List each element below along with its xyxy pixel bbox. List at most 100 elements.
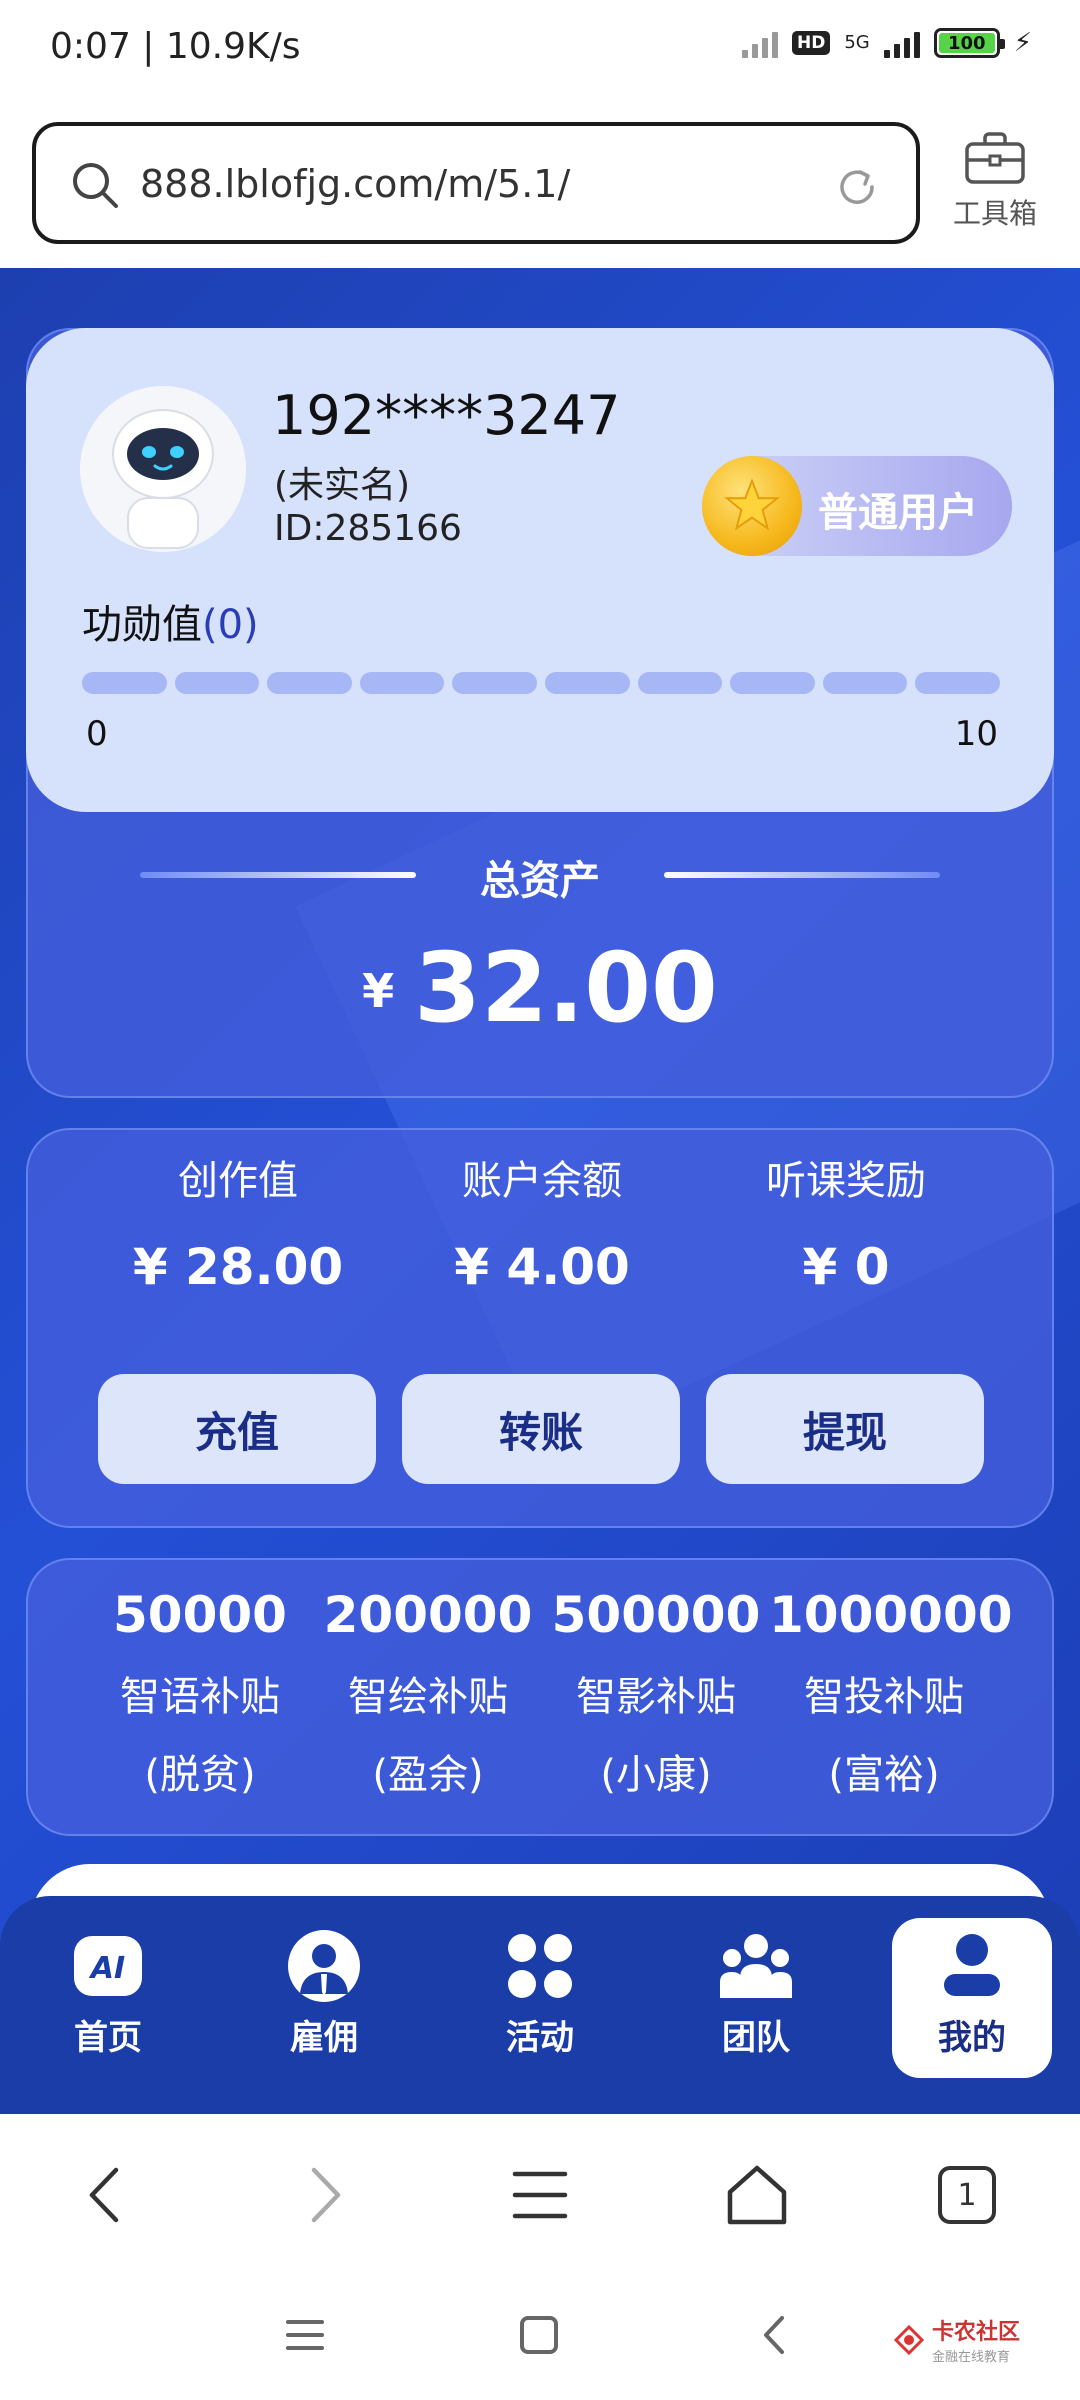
tab-activity[interactable]: 活动: [460, 1918, 620, 2078]
back-icon[interactable]: [72, 2160, 142, 2230]
activity-dots-icon: [508, 1934, 572, 1998]
team-icon: [720, 1934, 792, 1998]
progress-max: 10: [954, 714, 998, 754]
total-assets-amount: ¥32.00: [0, 932, 1080, 1044]
robot-avatar-icon: [80, 386, 246, 552]
wallet-value: ¥ 28.00: [132, 1238, 344, 1296]
merit-label: 功勋值: [82, 602, 202, 648]
merit-row: 功勋值(0): [82, 592, 259, 650]
subsidy-level: (小康): [600, 1752, 712, 1798]
tab-employ[interactable]: 雇佣: [244, 1918, 404, 2078]
watermark-title: 卡农社区: [931, 2320, 1020, 2345]
watermark-subtitle: 金融在线教育: [931, 2350, 1010, 2365]
subsidy-item[interactable]: 50000 智语补贴 (脱贫): [85, 1586, 315, 1800]
level-badge[interactable]: 普通用户: [702, 456, 1012, 556]
watermark: 卡农社区 金融在线教育: [892, 2314, 1020, 2365]
currency-symbol: ¥: [362, 964, 395, 1018]
tab-label: 活动: [506, 2018, 574, 2058]
user-phone: 192****3247: [272, 384, 621, 447]
user-id: ID:285166: [274, 508, 462, 549]
status-icons: HD 5G 100 ⚡: [741, 28, 1032, 58]
user-card: 192****3247 (未实名) ID:285166 普通用户 功勋值(0) …: [26, 328, 1054, 812]
signal-1-icon: [741, 28, 778, 58]
ai-home-icon: AI: [74, 1936, 142, 1996]
tab-team[interactable]: 团队: [676, 1918, 836, 2078]
total-assets-value: 32.00: [414, 932, 718, 1044]
browser-nav-bar: 1: [0, 2114, 1080, 2274]
subsidy-amount: 500000: [551, 1586, 761, 1644]
subsidy-name: 智影补贴: [576, 1674, 736, 1720]
subsidy-item[interactable]: 1000000 智投补贴 (富裕): [769, 1586, 1013, 1800]
account-balance: 账户余额 ¥ 4.00: [392, 1148, 692, 1296]
menu-icon[interactable]: [505, 2160, 575, 2230]
withdraw-button[interactable]: 提现: [706, 1374, 984, 1484]
wallet-card: 创作值 ¥ 28.00 账户余额 ¥ 4.00 听课奖励 ¥ 0 充值 转账 提…: [26, 1128, 1054, 1528]
star-medal-icon: [702, 456, 802, 556]
avatar[interactable]: [80, 386, 246, 552]
system-home-icon[interactable]: [514, 2310, 564, 2360]
network-type: 5G: [844, 32, 870, 53]
subsidy-amount: 200000: [323, 1586, 533, 1644]
subsidy-amount: 50000: [113, 1586, 287, 1644]
status-time-speed: 0:07 | 10.9K/s: [50, 26, 301, 67]
watermark-logo-icon: [893, 2324, 925, 2355]
status-bar: 0:07 | 10.9K/s HD 5G 100 ⚡: [0, 0, 1080, 100]
progress-min: 0: [86, 714, 108, 754]
hd-icon: HD: [791, 31, 831, 55]
creation-value: 创作值 ¥ 28.00: [88, 1148, 388, 1296]
browser-header: 888.lblofjg.com/m/5.1/ 工具箱: [0, 100, 1080, 268]
ai-icon-text: AI: [89, 1951, 125, 1986]
realname-status[interactable]: (未实名): [274, 456, 410, 508]
tab-mine[interactable]: 我的: [892, 1918, 1052, 2078]
wallet-value: ¥ 0: [802, 1238, 890, 1296]
recents-icon[interactable]: [280, 2310, 330, 2360]
wallet-label: 创作值: [178, 1158, 298, 1204]
address-bar[interactable]: 888.lblofjg.com/m/5.1/: [32, 122, 920, 244]
subsidy-card: 50000 智语补贴 (脱贫) 200000 智绘补贴 (盈余) 500000 …: [26, 1558, 1054, 1836]
tab-label: 团队: [722, 2018, 790, 2058]
battery-icon: 100: [933, 28, 1005, 58]
user-icon: [944, 1934, 1000, 1996]
course-reward: 听课奖励 ¥ 0: [696, 1148, 996, 1296]
wallet-value: ¥ 4.00: [454, 1238, 630, 1296]
signal-2-icon: [883, 28, 920, 58]
account-page: 192****3247 (未实名) ID:285166 普通用户 功勋值(0) …: [0, 268, 1080, 2114]
recharge-button[interactable]: 充值: [98, 1374, 376, 1484]
url-text: 888.lblofjg.com/m/5.1/: [140, 162, 571, 206]
tab-count: 1: [957, 2177, 977, 2213]
subsidy-level: (盈余): [372, 1752, 484, 1798]
system-nav-bar: 卡农社区 金融在线教育: [0, 2274, 1080, 2400]
tab-label: 首页: [74, 2018, 142, 2058]
wallet-label: 听课奖励: [766, 1158, 926, 1204]
divider-right: [664, 872, 940, 878]
employee-icon: [288, 1930, 360, 2002]
subsidy-amount: 1000000: [769, 1586, 1013, 1644]
transfer-button[interactable]: 转账: [402, 1374, 680, 1484]
tab-home[interactable]: AI 首页: [28, 1918, 188, 2078]
charging-icon: ⚡: [1013, 28, 1032, 58]
forward-icon[interactable]: [288, 2160, 358, 2230]
subsidy-item[interactable]: 500000 智影补贴 (小康): [541, 1586, 771, 1800]
toolbox-label: 工具箱: [952, 197, 1037, 230]
home-icon[interactable]: [722, 2160, 792, 2230]
subsidy-item[interactable]: 200000 智绘补贴 (盈余): [313, 1586, 543, 1800]
tab-label: 我的: [938, 2018, 1006, 2058]
tabs-counter-button[interactable]: 1: [938, 2166, 996, 2224]
tab-label: 雇佣: [290, 2018, 358, 2058]
wallet-label: 账户余额: [462, 1158, 622, 1204]
toolbox-icon: [965, 132, 1025, 184]
battery-level: 100: [947, 32, 986, 54]
toolbox-button[interactable]: 工具箱: [940, 130, 1050, 232]
merit-progress-bar: [82, 672, 1000, 694]
reload-icon[interactable]: [834, 164, 880, 210]
subsidy-name: 智绘补贴: [348, 1674, 508, 1720]
subsidy-level: (脱贫): [144, 1752, 256, 1798]
subsidy-name: 智投补贴: [804, 1674, 964, 1720]
merit-value: (0): [202, 602, 259, 648]
system-back-icon[interactable]: [750, 2310, 800, 2360]
search-icon: [73, 163, 118, 208]
app-tab-bar: AI 首页 雇佣 活动 团队 我的: [0, 1896, 1080, 2114]
subsidy-level: (富裕): [828, 1752, 940, 1798]
subsidy-name: 智语补贴: [120, 1674, 280, 1720]
level-badge-label: 普通用户: [818, 490, 978, 536]
